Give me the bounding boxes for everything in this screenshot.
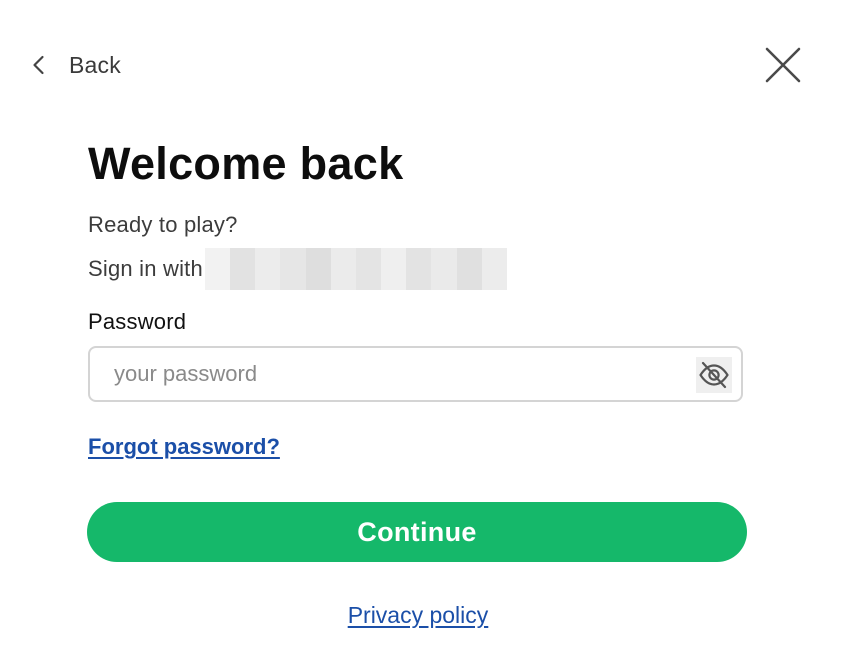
privacy-footer: Privacy policy [88,602,748,629]
back-label: Back [69,51,121,78]
password-input[interactable] [114,354,674,394]
forgot-password-link[interactable]: Forgot password? [88,434,280,460]
close-button[interactable] [762,44,804,86]
close-icon [762,44,804,86]
eye-off-icon [697,358,731,392]
continue-button[interactable]: Continue [87,502,747,562]
sign-in-account-line: Sign in with [88,248,507,290]
subtitle: Ready to play? [88,212,238,237]
chevron-left-icon [28,54,50,76]
sign-in-prefix: Sign in with [88,256,203,281]
password-label: Password [88,309,187,334]
sign-in-page: Back Welcome back Ready to play? Sign in… [0,0,849,668]
redacted-account [204,248,507,290]
back-button[interactable]: Back [28,46,121,84]
privacy-policy-link[interactable]: Privacy policy [348,602,489,628]
page-title: Welcome back [88,138,404,189]
password-field [88,346,743,402]
toggle-password-visibility-button[interactable] [696,357,732,393]
